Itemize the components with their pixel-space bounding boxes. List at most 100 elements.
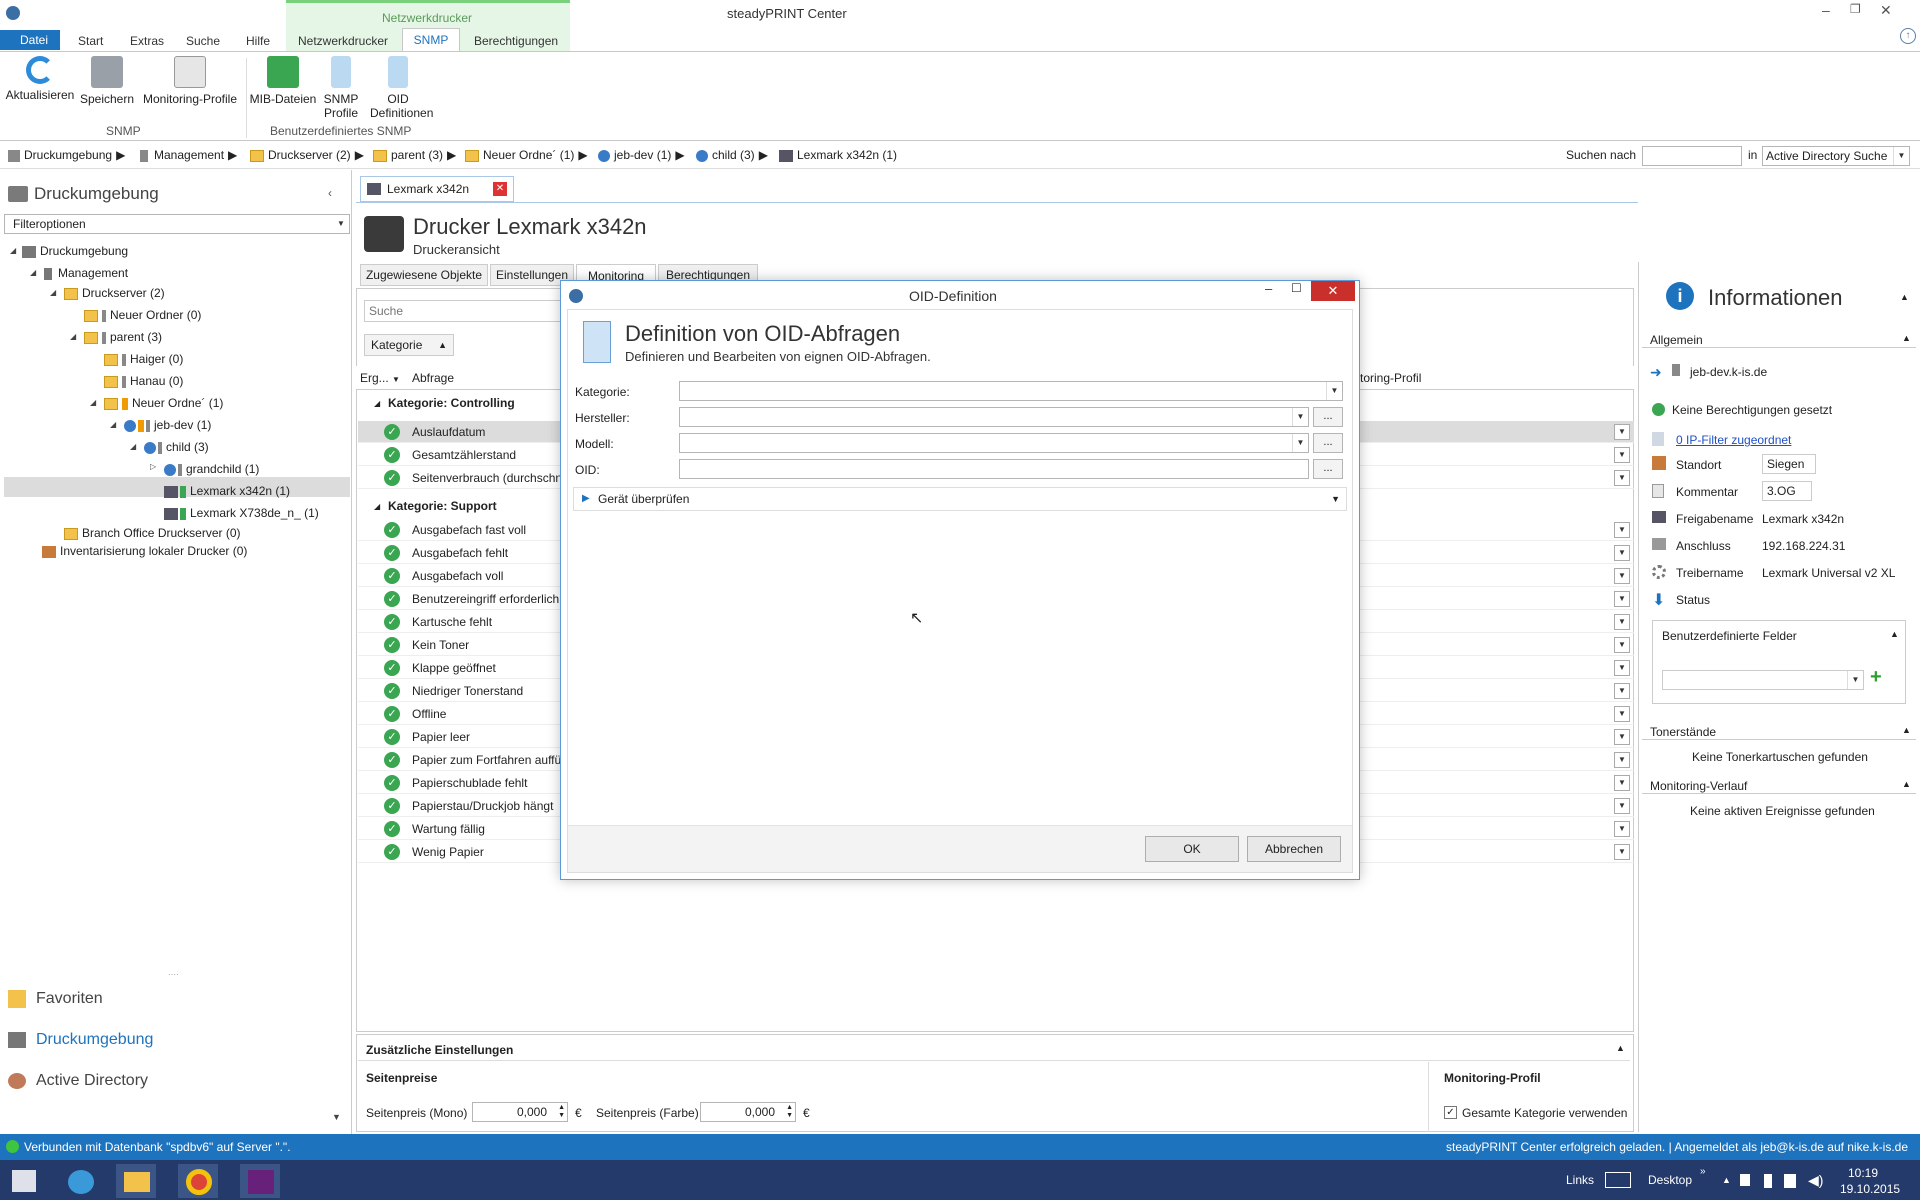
speichern-button[interactable]: Speichern: [76, 56, 138, 106]
tree-item-lexmark-x738[interactable]: Lexmark X738de_n_ (1): [164, 505, 319, 521]
splitter-grip[interactable]: ····: [168, 970, 179, 979]
tab-hilfe[interactable]: Hilfe: [246, 32, 270, 50]
tree-item-inventarisierung[interactable]: Inventarisierung lokaler Drucker (0): [42, 543, 247, 559]
farbe-price-input[interactable]: 0,000 ▲ ▼: [700, 1102, 796, 1122]
profile-dropdown[interactable]: ▼: [1614, 706, 1630, 722]
nav-active-directory[interactable]: Active Directory: [8, 1072, 148, 1090]
help-icon[interactable]: ↑: [1900, 28, 1916, 44]
search-input[interactable]: [1642, 146, 1742, 166]
dialog-minimize-icon[interactable]: –: [1265, 281, 1272, 296]
restore-icon[interactable]: ❐: [1850, 2, 1861, 16]
mono-price-input[interactable]: 0,000 ▲ ▼: [472, 1102, 568, 1122]
aktualisieren-button[interactable]: Aktualisieren: [4, 56, 76, 102]
tree-item-haiger[interactable]: Haiger (0): [104, 351, 183, 367]
tray-up-icon[interactable]: ▲: [1722, 1175, 1731, 1185]
profile-dropdown[interactable]: ▼: [1614, 775, 1630, 791]
tree-collapsed-icon[interactable]: ▷: [150, 462, 156, 471]
clock-date[interactable]: 19.10.2015: [1840, 1182, 1900, 1196]
geraet-expander[interactable]: ▶ Gerät überprüfen ▼: [573, 487, 1347, 511]
breadcrumb-item-lexmark[interactable]: Lexmark x342n (1): [779, 148, 897, 162]
list-search-input[interactable]: [364, 300, 564, 322]
tree-item-neuer-ordne[interactable]: Neuer Ordne´ (1): [104, 395, 223, 411]
breadcrumb-item-jeb-dev[interactable]: jeb-dev (1) ▶: [598, 148, 685, 162]
tab-extras[interactable]: Extras: [130, 32, 164, 50]
hersteller-browse-button[interactable]: ...: [1313, 407, 1343, 427]
profile-dropdown[interactable]: ▼: [1614, 798, 1630, 814]
profile-dropdown[interactable]: ▼: [1614, 568, 1630, 584]
collapse-up-icon[interactable]: ▲: [1902, 333, 1911, 343]
profile-dropdown[interactable]: ▼: [1614, 729, 1630, 745]
dialog-close-button[interactable]: ✕: [1311, 281, 1355, 301]
tree-item-parent[interactable]: parent (3): [84, 329, 162, 345]
windows-start-icon[interactable]: [12, 1170, 36, 1192]
add-icon[interactable]: +: [1870, 666, 1882, 689]
app-icon[interactable]: [6, 6, 20, 20]
profile-dropdown[interactable]: ▼: [1614, 637, 1630, 653]
profile-dropdown[interactable]: ▼: [1614, 470, 1630, 486]
tree-item-druckumgebung[interactable]: Druckumgebung: [22, 243, 128, 259]
breadcrumb-item-management[interactable]: Management ▶: [140, 148, 237, 162]
breadcrumb-item-druckserver[interactable]: Druckserver (2) ▶: [250, 148, 364, 162]
tree-item-branch-office[interactable]: Branch Office Druckserver (0): [64, 525, 241, 541]
snmp-profile-button[interactable]: SNMP Profile: [318, 56, 364, 120]
modell-select[interactable]: ▼: [679, 433, 1309, 453]
profile-dropdown[interactable]: ▼: [1614, 752, 1630, 768]
profile-dropdown[interactable]: ▼: [1614, 821, 1630, 837]
collapse-up-icon[interactable]: ▲: [1890, 629, 1899, 639]
profile-dropdown[interactable]: ▼: [1614, 522, 1630, 538]
group-arrow-icon[interactable]: ◢: [374, 399, 380, 408]
nav-druckumgebung[interactable]: Druckumgebung: [8, 1031, 153, 1049]
tree-expand-icon[interactable]: ◢: [110, 420, 116, 429]
group-arrow-icon[interactable]: ◢: [374, 502, 380, 511]
profile-dropdown[interactable]: ▼: [1614, 545, 1630, 561]
tree-item-jeb-dev[interactable]: jeb-dev (1): [124, 417, 211, 433]
collapse-up-icon[interactable]: ▲: [1900, 292, 1909, 302]
visual-studio-icon[interactable]: [240, 1164, 280, 1198]
nav-more-icon[interactable]: ▼: [332, 1112, 341, 1122]
taskbar-links[interactable]: Links: [1566, 1173, 1594, 1187]
tab-snmp[interactable]: SNMP: [402, 28, 460, 52]
clock-time[interactable]: 10:19: [1848, 1166, 1878, 1180]
flag-icon[interactable]: [1740, 1174, 1750, 1186]
breadcrumb-item-druckumgebung[interactable]: Druckumgebung ▶: [8, 148, 125, 162]
close-icon[interactable]: ✕: [1880, 2, 1892, 19]
keyboard-icon[interactable]: [1605, 1172, 1631, 1188]
profile-dropdown[interactable]: ▼: [1614, 447, 1630, 463]
tree-item-child[interactable]: child (3): [144, 439, 209, 455]
tree-item-lexmark-x342n[interactable]: Lexmark x342n (1): [164, 483, 290, 499]
taskbar-desktop[interactable]: Desktop: [1648, 1173, 1692, 1187]
tab-start[interactable]: Start: [78, 32, 103, 50]
volume-icon[interactable]: ◀): [1808, 1172, 1823, 1189]
cancel-button[interactable]: Abbrechen: [1247, 836, 1341, 862]
oid-browse-button[interactable]: ...: [1313, 459, 1343, 479]
tab-datei[interactable]: Datei: [0, 30, 60, 50]
tree-item-druckserver[interactable]: Druckserver (2): [64, 285, 165, 301]
checkbox-gesamte[interactable]: ✓: [1444, 1106, 1457, 1119]
profile-dropdown[interactable]: ▼: [1614, 683, 1630, 699]
col-header-erg[interactable]: Erg... ▼: [360, 371, 400, 385]
custom-field-select[interactable]: ▼: [1662, 670, 1864, 690]
breadcrumb-item-neuer-ordne[interactable]: Neuer Ordne´ (1) ▶: [465, 148, 588, 162]
mib-dateien-button[interactable]: MIB-Dateien: [248, 56, 318, 106]
tree-expand-icon[interactable]: ◢: [30, 268, 36, 277]
subtab-zugewiesene[interactable]: Zugewiesene Objekte: [360, 264, 488, 286]
overflow-icon[interactable]: »: [1700, 1166, 1706, 1177]
profile-dropdown[interactable]: ▼: [1614, 614, 1630, 630]
spinner-icon[interactable]: ▲ ▼: [786, 1104, 793, 1120]
info-ipfilter-link[interactable]: 0 IP-Filter zugeordnet: [1676, 433, 1791, 447]
tab-suche[interactable]: Suche: [186, 32, 220, 50]
dialog-maximize-icon[interactable]: ☐: [1291, 281, 1302, 295]
breadcrumb-item-parent[interactable]: parent (3) ▶: [373, 148, 456, 162]
battery-icon[interactable]: [1764, 1174, 1772, 1188]
filter-select[interactable]: Filteroptionen ▼: [4, 214, 350, 234]
collapse-up-icon[interactable]: ▲: [1902, 725, 1911, 735]
tree-item-management[interactable]: Management: [44, 265, 128, 281]
nav-favoriten[interactable]: Favoriten: [8, 990, 103, 1008]
ok-button[interactable]: OK: [1145, 836, 1239, 862]
tab-berechtigungen[interactable]: Berechtigungen: [474, 32, 558, 50]
tab-netzwerkdrucker[interactable]: Netzwerkdrucker: [298, 32, 388, 50]
spinner-icon[interactable]: ▲ ▼: [558, 1104, 565, 1120]
close-tab-icon[interactable]: ✕: [493, 182, 507, 196]
tree-item-hanau[interactable]: Hanau (0): [104, 373, 183, 389]
tree-item-neuer-ordner[interactable]: Neuer Ordner (0): [84, 307, 201, 323]
